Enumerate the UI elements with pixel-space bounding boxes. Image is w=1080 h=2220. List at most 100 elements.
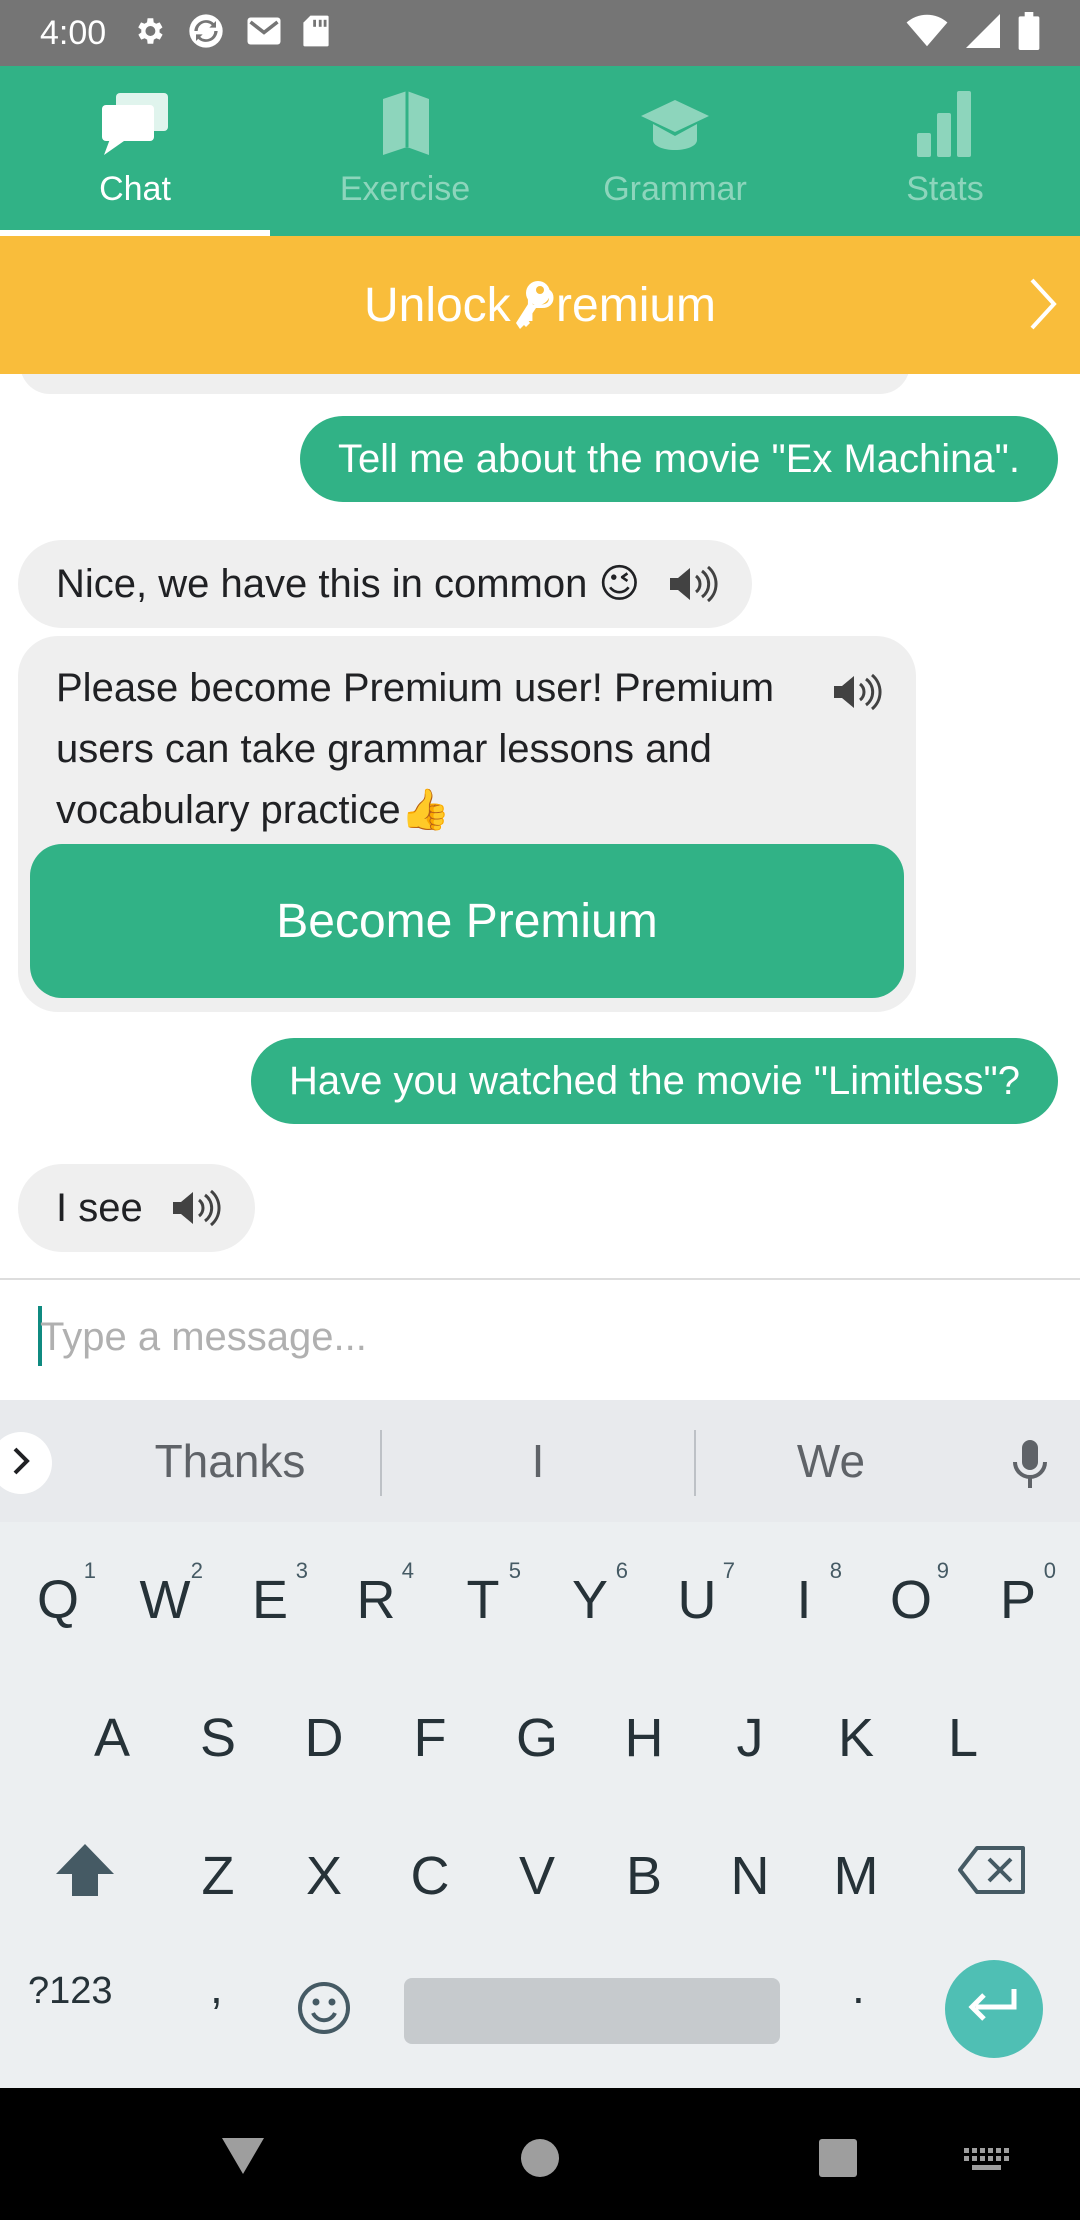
key-w[interactable]: W2	[115, 1540, 215, 1660]
mail-icon	[246, 16, 282, 51]
key-p[interactable]: P0	[968, 1540, 1068, 1660]
suggestion-item[interactable]: We	[696, 1400, 966, 1522]
become-premium-button[interactable]: Become Premium	[30, 844, 904, 998]
key-label: V	[518, 1846, 556, 1906]
shift-icon	[54, 1842, 116, 1911]
key-a[interactable]: A	[62, 1678, 162, 1798]
key-label: N	[730, 1846, 770, 1906]
microphone-icon[interactable]	[1010, 1438, 1050, 1495]
user-message: Tell me about the movie "Ex Machina".	[299, 416, 1058, 502]
key-u[interactable]: U7	[647, 1540, 747, 1660]
tab-label: Stats	[906, 170, 984, 208]
key-number-hint: 4	[401, 1558, 414, 1583]
key-number-hint: 2	[190, 1558, 203, 1583]
graduation-cap-icon	[639, 96, 711, 157]
bot-message: I see	[18, 1164, 255, 1252]
key-e[interactable]: E3	[220, 1540, 320, 1660]
bot-premium-card: Please become Premium user! Premium user…	[18, 636, 916, 1012]
key-label: F	[413, 1708, 447, 1768]
message-input[interactable]	[40, 1302, 1040, 1372]
space-key[interactable]	[404, 1978, 780, 2044]
recents-icon[interactable]	[818, 2138, 858, 2183]
key-i[interactable]: I8	[754, 1540, 854, 1660]
status-time: 4:00	[40, 13, 107, 52]
tab-stats[interactable]: Stats	[810, 66, 1080, 236]
expand-suggestions-button[interactable]	[0, 1432, 52, 1494]
key-number-hint: 5	[508, 1558, 521, 1583]
key-j[interactable]: J	[700, 1678, 800, 1798]
key-f[interactable]: F	[380, 1678, 480, 1798]
battery-icon	[1018, 11, 1040, 55]
key-d[interactable]: D	[274, 1678, 374, 1798]
keyboard-icon[interactable]	[964, 2148, 1010, 2177]
tab-bar: Chat Exercise Grammar Stats	[0, 66, 1080, 236]
key-s[interactable]: S	[168, 1678, 268, 1798]
key-y[interactable]: Y6	[540, 1540, 640, 1660]
key-label: C	[410, 1846, 450, 1906]
tab-exercise[interactable]: Exercise	[270, 66, 540, 236]
key-q[interactable]: Q1	[8, 1540, 108, 1660]
key-z[interactable]: Z	[168, 1816, 268, 1936]
signal-icon	[966, 13, 1000, 53]
key-r[interactable]: R4	[326, 1540, 426, 1660]
suggestion-item[interactable]: Thanks	[80, 1400, 380, 1522]
chat-icon	[100, 91, 170, 162]
key-b[interactable]: B	[594, 1816, 694, 1936]
key-label: X	[305, 1846, 343, 1906]
key-n[interactable]: N	[700, 1816, 800, 1936]
shift-key[interactable]	[35, 1816, 135, 1936]
book-icon	[377, 89, 433, 164]
key-label: L	[947, 1708, 979, 1768]
key-icon	[482, 245, 582, 365]
speaker-icon[interactable]	[832, 672, 884, 712]
key-label: H	[624, 1708, 664, 1768]
message-input-bar	[0, 1280, 1080, 1400]
key-label: U	[677, 1570, 717, 1630]
key-number-hint: 8	[829, 1558, 842, 1583]
suggestion-item[interactable]: I	[382, 1400, 694, 1522]
backspace-key[interactable]	[942, 1816, 1042, 1936]
message-text: Nice, we have this in common 😉	[56, 562, 641, 606]
key-x[interactable]: X	[274, 1816, 374, 1936]
bot-message: Nice, we have this in common 😉	[18, 540, 753, 628]
chat-area[interactable]: Tell me about the movie "Ex Machina". Ni…	[0, 374, 1080, 1278]
key-t[interactable]: T5	[433, 1540, 533, 1660]
key-h[interactable]: H	[594, 1678, 694, 1798]
message-text: Tell me about the movie "Ex Machina".	[337, 436, 1020, 481]
key-k[interactable]: K	[806, 1678, 906, 1798]
key-label: Z	[201, 1846, 235, 1906]
tab-chat[interactable]: Chat	[0, 66, 270, 236]
key-number-hint: 3	[295, 1558, 308, 1583]
back-icon[interactable]	[220, 2136, 266, 2181]
key-label: O	[889, 1570, 932, 1630]
comma-key[interactable]: ,	[210, 1960, 223, 2014]
key-g[interactable]: G	[487, 1678, 587, 1798]
key-o[interactable]: O9	[861, 1540, 961, 1660]
emoji-icon[interactable]	[296, 1980, 352, 2041]
speaker-icon[interactable]	[171, 1188, 223, 1228]
key-label: S	[199, 1708, 237, 1768]
key-c[interactable]: C	[380, 1816, 480, 1936]
key-m[interactable]: M	[806, 1816, 906, 1936]
previous-message-bubble	[20, 374, 910, 394]
key-l[interactable]: L	[913, 1678, 1013, 1798]
key-label: Q	[36, 1570, 79, 1630]
chevron-right-icon	[1028, 276, 1058, 344]
key-label: J	[736, 1708, 764, 1768]
unlock-premium-banner[interactable]: Unlock Premium	[0, 236, 1080, 374]
key-v[interactable]: V	[487, 1816, 587, 1936]
sd-card-icon	[302, 14, 330, 53]
key-label: A	[93, 1708, 131, 1768]
home-icon[interactable]	[520, 2138, 560, 2183]
user-message: Have you watched the movie "Limitless"?	[251, 1038, 1058, 1124]
key-number-hint: 1	[83, 1558, 96, 1583]
message-text: I see	[56, 1185, 143, 1230]
speaker-icon[interactable]	[668, 564, 720, 604]
period-key[interactable]: .	[852, 1960, 865, 2014]
enter-key[interactable]	[945, 1960, 1043, 2058]
wifi-icon	[906, 14, 948, 53]
symbols-key[interactable]: ?123	[28, 1970, 113, 2013]
tab-label: Chat	[99, 170, 171, 208]
key-label: I	[796, 1570, 812, 1630]
tab-grammar[interactable]: Grammar	[540, 66, 810, 236]
